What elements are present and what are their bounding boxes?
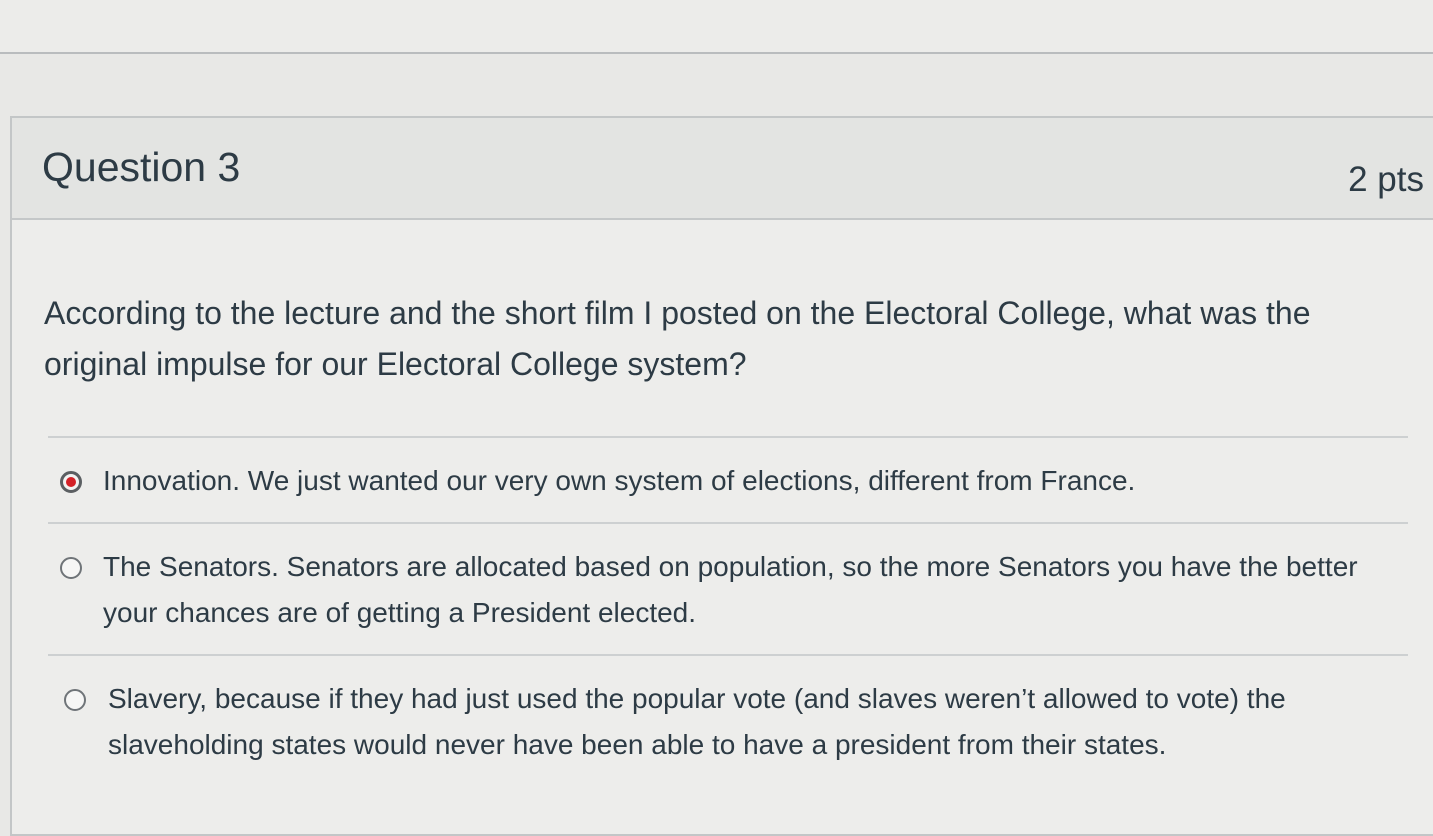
radio-unselected-icon[interactable]	[64, 689, 86, 711]
answer-label[interactable]: Innovation. We just wanted our very own …	[103, 458, 1403, 504]
answer-list: Innovation. We just wanted our very own …	[48, 436, 1408, 784]
previous-question-footer	[0, 0, 1433, 54]
question-header: Question 3 2 pts	[12, 118, 1433, 220]
answer-option-1[interactable]: Innovation. We just wanted our very own …	[48, 436, 1408, 522]
answer-option-3[interactable]: Slavery, because if they had just used t…	[48, 654, 1408, 784]
question-text: According to the lecture and the short f…	[44, 295, 1311, 382]
radio-selected-icon[interactable]	[60, 471, 82, 493]
answer-label[interactable]: The Senators. Senators are allocated bas…	[103, 544, 1403, 636]
answer-option-2[interactable]: The Senators. Senators are allocated bas…	[48, 522, 1408, 654]
question-points: 2 pts	[1348, 160, 1424, 199]
radio-unselected-icon[interactable]	[60, 557, 82, 579]
question-title: Question 3	[42, 144, 241, 190]
answer-label[interactable]: Slavery, because if they had just used t…	[108, 676, 1408, 768]
question-card: Question 3 2 pts According to the lectur…	[10, 116, 1433, 836]
